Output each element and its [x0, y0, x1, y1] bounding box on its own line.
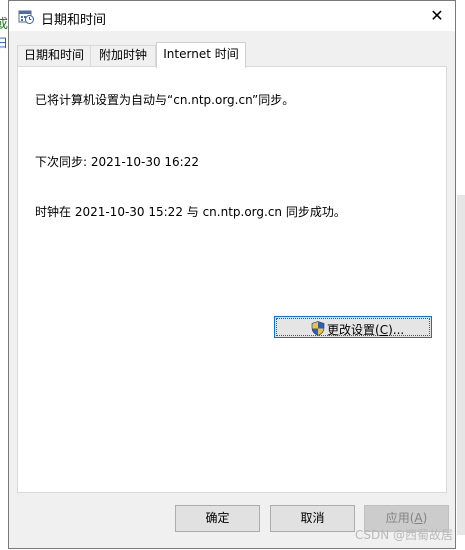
tab-date-time[interactable]: 日期和时间: [17, 45, 91, 66]
background-text-fragment: 或: [0, 17, 9, 32]
tab-internet-time[interactable]: Internet 时间: [156, 42, 246, 68]
next-sync-text: 下次同步: 2021-10-30 16:22: [35, 155, 199, 169]
last-sync-status-text: 时钟在 2021-10-30 15:22 与 cn.ntp.org.cn 同步成…: [35, 205, 346, 219]
close-icon: ✕: [430, 6, 444, 25]
focus-rectangle: 更改设置(C)...: [276, 318, 430, 337]
sync-setting-text: 已将计算机设置为自动与“cn.ntp.org.cn”同步。: [35, 93, 295, 107]
close-button[interactable]: ✕: [425, 4, 449, 28]
clock-calendar-icon: [18, 10, 34, 24]
tab-additional-clocks[interactable]: 附加时钟: [90, 45, 156, 66]
change-settings-label: 更改设置(C)...: [327, 323, 405, 337]
ok-button[interactable]: 确定: [175, 505, 260, 532]
window-title: 日期和时间: [41, 13, 107, 28]
background-scrollbar[interactable]: [457, 195, 465, 535]
watermark: CSDN @西蜀故居: [354, 528, 453, 542]
internet-time-panel: 已将计算机设置为自动与“cn.ntp.org.cn”同步。 下次同步: 2021…: [17, 66, 447, 493]
date-time-dialog: 日期和时间 ✕ 日期和时间 附加时钟 Internet 时间 已将计算机设置为自…: [8, 0, 456, 549]
background-link-fragment: 日: [0, 36, 9, 50]
mnemonic-a: A: [414, 511, 423, 525]
cancel-button[interactable]: 取消: [270, 505, 355, 532]
uac-shield-icon: [311, 321, 325, 336]
change-settings-button[interactable]: 更改设置(C)...: [274, 316, 432, 338]
title-bar[interactable]: 日期和时间 ✕: [9, 1, 455, 31]
mnemonic-c: C: [379, 323, 389, 337]
